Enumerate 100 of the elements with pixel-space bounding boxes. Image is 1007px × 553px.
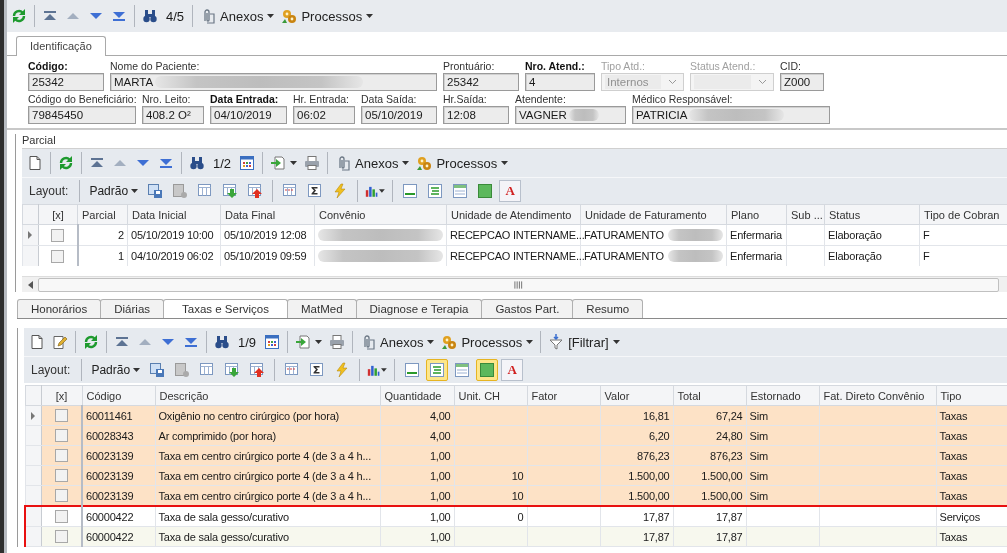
checkbox[interactable] [54,409,68,423]
checkbox[interactable] [51,249,65,263]
column-header[interactable]: Unidade de Faturamento [580,204,727,225]
font-button[interactable]: A [501,359,524,381]
column-header[interactable]: Convênio [314,204,447,225]
striped-rows-icon [427,183,444,199]
column-header[interactable]: Fat. Direto Convênio [819,385,936,406]
column-header[interactable]: Código [82,385,155,406]
text-field[interactable]: 408.2 O² [142,106,204,124]
table-cell: 60023139 [82,445,155,466]
column-header[interactable]: Valor [600,385,673,406]
table-cell: 6,20 [600,425,673,446]
text-field[interactable]: 04/10/2019 [210,106,287,124]
text-field[interactable]: VAGNER [515,106,626,124]
chevron-down-icon [668,79,677,85]
attachments-button[interactable]: Anexos [332,151,413,175]
table-cell: 24,80 [673,425,746,446]
column-header[interactable]: [x] [38,204,78,225]
processes-button[interactable]: Processos [413,151,512,175]
table-cell: Taxa em centro cirúrgico porte 4 (de 3 a 4 h... [155,445,380,466]
column-header[interactable]: Descrição [155,385,380,406]
checkbox[interactable] [54,469,68,483]
column-header[interactable]: Tipo [936,385,1007,406]
filter-button[interactable]: [Filtrar] [545,330,623,354]
text-field[interactable]: 05/10/2019 [361,106,437,124]
tab[interactable]: Gastos Part. [481,299,574,318]
processes-button[interactable]: Processos [438,330,537,354]
checkbox[interactable] [54,510,68,524]
table-cell: 05/10/2019 10:00 [127,224,221,246]
column-header[interactable]: Total [673,385,746,406]
column-header[interactable]: Sub ... [786,204,825,225]
tab[interactable]: MatMed [287,299,357,318]
table-cell: Sim [746,425,819,446]
dashed-row-icon [282,183,299,199]
layout-preset-dropdown[interactable]: Padrão [86,179,142,203]
text-field[interactable]: PATRICIA [632,106,830,124]
field-label: Código do Beneficiário: [28,93,137,106]
table-cell: Sim [746,465,819,486]
table-cell: 60011461 [82,405,155,426]
checkbox[interactable] [54,449,68,463]
column-header[interactable]: Parcial [77,204,128,225]
header-row-icon [452,183,469,199]
column-header[interactable]: Plano [726,204,787,225]
text-field[interactable]: Z000 [780,73,824,91]
table-cell: 67,24 [673,405,746,426]
document-icon [29,334,45,350]
table-cell: Taxa de sala gesso/curativo [155,526,380,547]
binoculars-icon [142,8,158,24]
fill-button[interactable] [476,359,499,381]
text-field[interactable]: MARTA [110,73,437,91]
table-cell: 1.500,00 [673,465,746,486]
text-field[interactable]: 12:08 [443,106,509,124]
column-header[interactable]: Tipo de Cobran [919,204,1007,225]
caret-icon [290,161,298,165]
text-field[interactable]: 79845450 [28,106,136,124]
column-header[interactable]: Status [824,204,920,225]
text-field[interactable]: 25342 [28,73,104,91]
sheet-icon [172,183,189,199]
tab[interactable]: Honorários [17,299,102,318]
font-button[interactable]: A [499,180,522,202]
row-indicator[interactable] [25,506,41,527]
table-cell: Elaboração [824,224,920,246]
layout-preset-dropdown[interactable]: Padrão [88,358,144,382]
column-header[interactable]: Fator [527,385,600,406]
grip-icon [514,280,523,289]
checkbox[interactable] [51,228,65,242]
tab[interactable]: Diárias [100,299,165,318]
tab[interactable]: Diagnose e Terapia [355,299,483,318]
striped-rows-icon [429,362,446,378]
processes-button[interactable]: Processos [278,4,377,28]
column-header[interactable]: Quantidade [380,385,454,406]
checkbox[interactable] [54,489,68,503]
table-cell: Oxigênio no centro cirúrgico (por hora) [155,405,380,426]
checkbox[interactable] [54,429,68,443]
caret-icon [366,14,374,18]
group-button[interactable] [426,359,449,381]
text-field[interactable]: 25342 [443,73,519,91]
tab[interactable]: Resumo [572,299,644,318]
column-header[interactable]: Data Inicial [127,204,221,225]
column-header[interactable]: Estornado [746,385,819,406]
column-header[interactable]: Data Final [220,204,315,225]
text-field[interactable]: 06:02 [293,106,355,124]
column-header[interactable]: [x] [41,385,82,406]
column-header[interactable]: Unidade de Atendimento [446,204,581,225]
table-cell: 60000422 [82,526,155,547]
field-label: Data Saída: [361,93,417,106]
table-cell: Enfermaria [726,224,787,246]
group-title: Parcial [21,134,57,148]
column-header[interactable]: Unit. CH [454,385,527,406]
refresh-icon [58,155,74,171]
text-field[interactable]: 4 [525,73,595,91]
table-cell: 05/10/2019 12:08 [220,224,315,246]
table-cell: 1,00 [380,445,454,466]
tab[interactable]: Taxas e Serviços [163,299,288,318]
checkbox[interactable] [54,530,68,544]
scrollbar-thumb[interactable] [38,277,999,292]
tab[interactable]: Identificação [16,36,106,56]
attachments-button[interactable]: Anexos [197,4,278,28]
current-row-icon [30,411,35,420]
attachments-button[interactable]: Anexos [357,330,438,354]
